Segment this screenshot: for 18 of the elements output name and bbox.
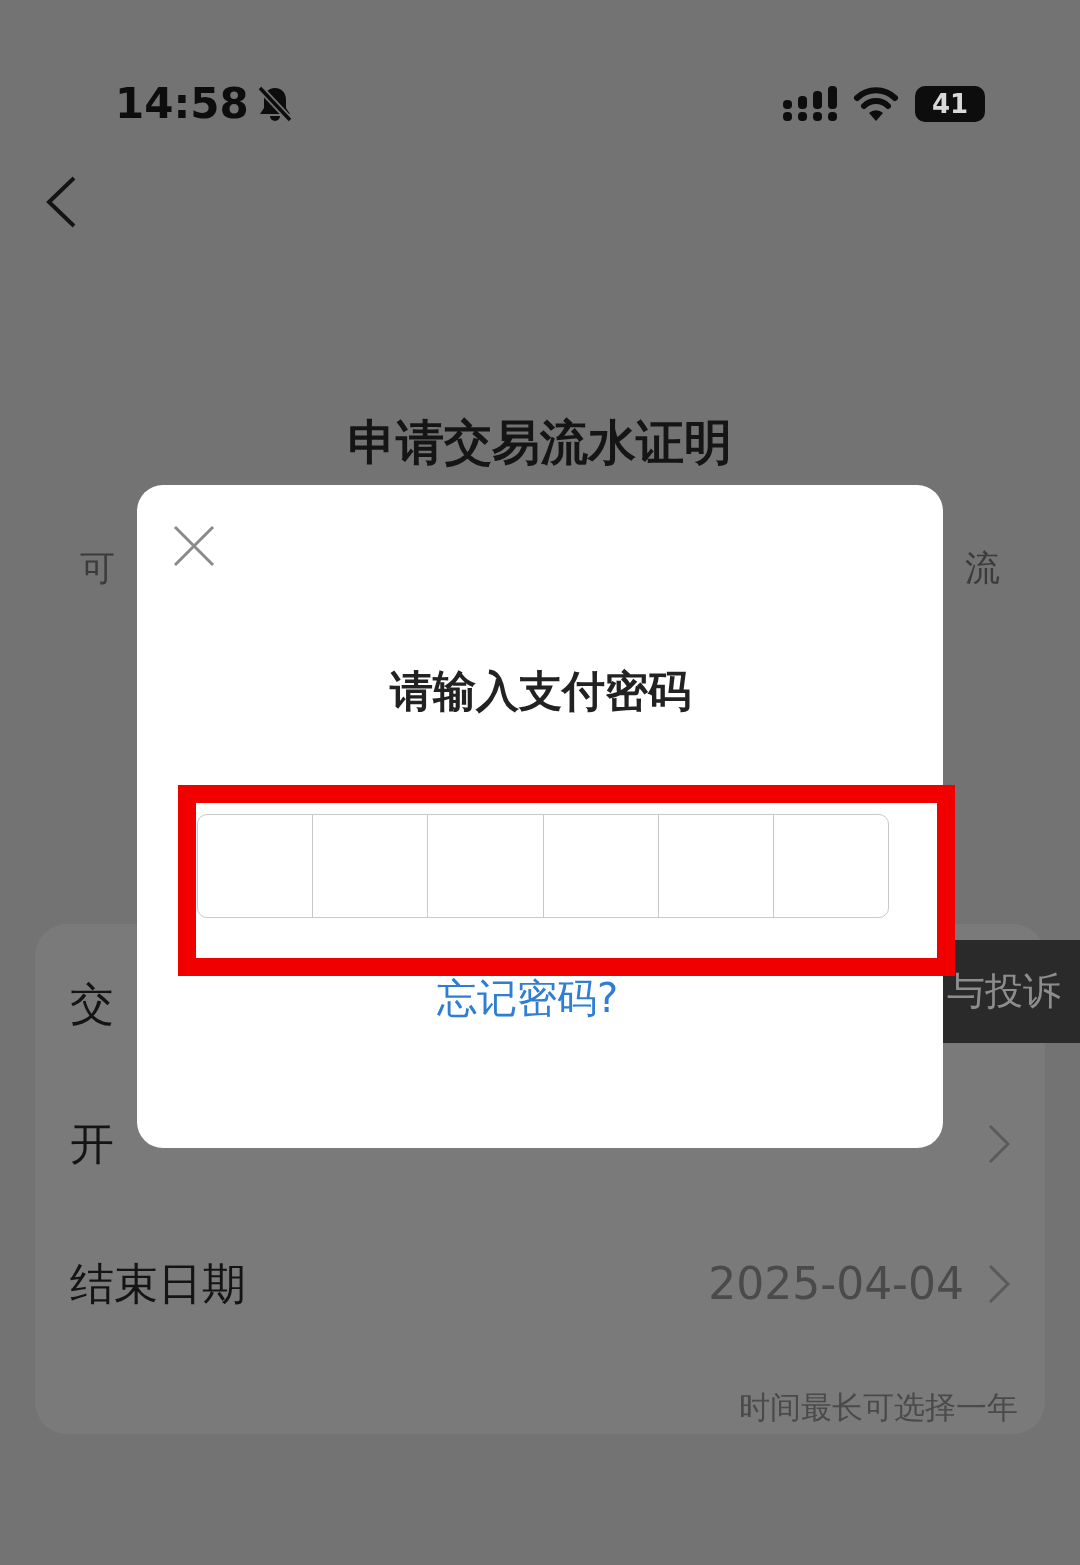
page-title: 申请交易流水证明 <box>347 414 733 472</box>
close-icon <box>173 525 215 567</box>
tooltip: 与投诉 <box>943 940 1080 1043</box>
chevron-right-icon <box>988 1264 1010 1305</box>
dialog-title: 请输入支付密码 <box>388 665 692 718</box>
chevron-right-icon <box>988 1124 1010 1165</box>
field-label: 交 <box>70 977 114 1032</box>
wifi-icon <box>853 85 899 122</box>
password-field[interactable] <box>197 813 889 918</box>
field-label: 开 <box>70 1117 114 1172</box>
status-time: 14:58 <box>115 82 249 125</box>
battery-indicator: 41 <box>915 85 985 122</box>
field-label: 结束日期 <box>70 1257 246 1312</box>
description-text: 可 <box>80 546 115 590</box>
forgot-password-link[interactable]: 忘记密码? <box>436 974 619 1021</box>
description-text: 流 <box>965 546 1000 590</box>
signal-icon <box>783 85 837 122</box>
close-button[interactable] <box>173 525 215 567</box>
